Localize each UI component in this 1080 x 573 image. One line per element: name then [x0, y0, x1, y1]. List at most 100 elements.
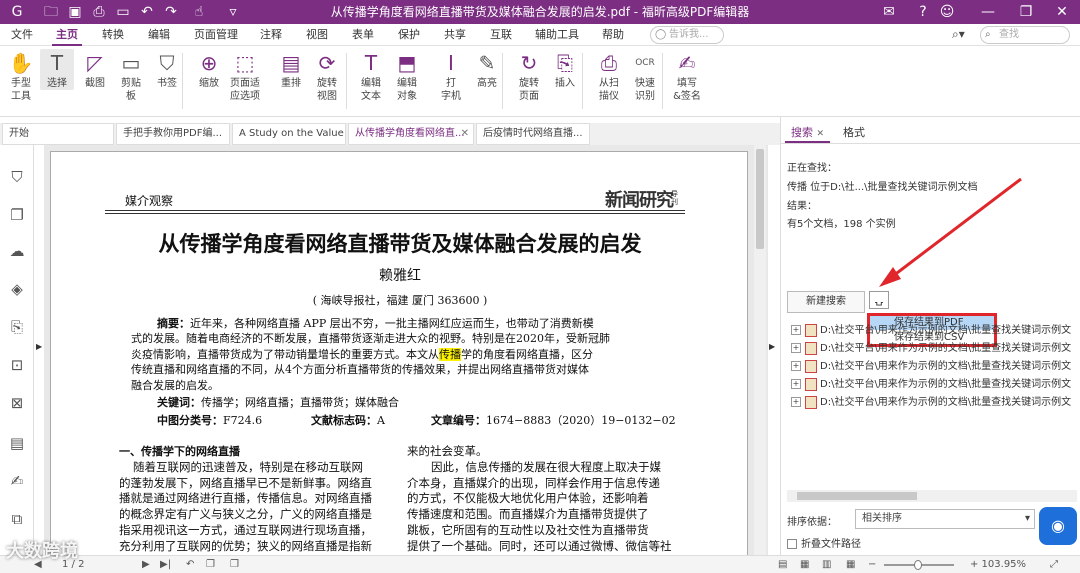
continuous-icon[interactable]: ▦	[800, 557, 809, 573]
minimize-icon[interactable]: —	[970, 0, 1006, 24]
tab-doc-1[interactable]: 手把手教你用PDF编...	[116, 123, 230, 145]
layers-panel-icon[interactable]: ◈	[7, 279, 27, 299]
new-doc-icon[interactable]: ▭	[112, 0, 134, 24]
ribbon-edittext-button[interactable]: T 编辑 文本	[354, 49, 388, 103]
close-tab-icon[interactable]: ✕	[461, 124, 469, 144]
ribbon-reflow-button[interactable]: ▤ 重排	[274, 49, 308, 90]
page-indicator[interactable]: 1 / 2	[62, 557, 84, 573]
checkbox-icon[interactable]	[787, 539, 797, 549]
ribbon-zoom-button[interactable]: ⊕ 缩放	[192, 49, 226, 90]
ribbon-typewriter-button[interactable]: I 打 字机	[434, 49, 468, 103]
ribbon-bookmark-button[interactable]: ⛉ 书签	[150, 49, 184, 90]
ribbon-scan-button[interactable]: ⎙ 从扫 描仪	[592, 49, 626, 103]
two-page-icon[interactable]: ▥	[822, 557, 831, 573]
collapse-right-icon[interactable]: ▶	[769, 342, 775, 351]
menu-home[interactable]: 主页	[52, 24, 82, 46]
ribbon-clipboard-button[interactable]: ▭ 剪贴 板	[114, 49, 148, 103]
redo-icon[interactable]: ↷	[160, 0, 182, 24]
security-panel-icon[interactable]: ⊡	[7, 355, 27, 375]
tab-doc-2[interactable]: A Study on the Value ...	[232, 123, 346, 145]
menu-connect[interactable]: 互联	[486, 24, 516, 46]
ribbon-highlight-button[interactable]: ✎ 高亮	[470, 49, 504, 90]
page-first-icon[interactable]: ◀	[34, 557, 42, 573]
fullscreen-icon[interactable]: ⤢	[1050, 557, 1058, 573]
menu-page-manage[interactable]: 页面管理	[190, 24, 242, 46]
account-icon[interactable]: ☺	[936, 0, 958, 24]
page-next-icon[interactable]: ▶	[142, 557, 150, 573]
tab-doc-active[interactable]: 从传播学角度看网络直... ✕	[348, 123, 474, 145]
results-hscrollbar[interactable]	[787, 490, 1077, 502]
message-icon[interactable]: ✉	[878, 0, 900, 24]
signature-panel-icon[interactable]: ✍	[7, 471, 27, 491]
ribbon-snapshot-button[interactable]: ◸ 截图	[78, 49, 112, 90]
fold-path-checkbox[interactable]: 折叠文件路径	[787, 535, 861, 550]
menu-help[interactable]: 帮助	[598, 24, 628, 46]
expand-icon[interactable]: +	[791, 397, 801, 407]
menu-file[interactable]: 文件	[8, 24, 36, 46]
tab-format[interactable]: 格式	[837, 123, 871, 143]
zoom-out-icon[interactable]: −	[868, 557, 876, 573]
tab-doc-4[interactable]: 后疫情时代网络直播...	[476, 123, 590, 145]
expand-icon[interactable]: +	[791, 361, 801, 371]
find-options-icon[interactable]: ⌕▾	[952, 27, 965, 42]
menu-view[interactable]: 视图	[302, 24, 332, 46]
ribbon-hand-button[interactable]: ✋ 手型 工具	[4, 49, 38, 103]
ribbon-ocr-button[interactable]: OCR 快速 识别	[628, 49, 662, 103]
tell-me-search[interactable]: ◯ 告诉我...	[650, 26, 724, 44]
menu-form[interactable]: 表单	[348, 24, 378, 46]
result-item[interactable]: + D:\社交平台\用来作为示例的文档\批量查找关键词示例文	[791, 395, 1076, 411]
hscroll-thumb[interactable]	[797, 492, 917, 500]
zoom-slider-thumb[interactable]	[914, 560, 922, 570]
expand-icon[interactable]: +	[791, 325, 801, 335]
new-search-button[interactable]: 新建搜索	[787, 291, 865, 313]
copy-page-icon[interactable]: ❐	[230, 557, 239, 573]
close-window-icon[interactable]: ✕	[1044, 0, 1080, 24]
scroll-thumb[interactable]	[756, 149, 764, 249]
save-results-icon[interactable]: ⍽	[869, 291, 889, 309]
menu-accessibility[interactable]: 辅助工具	[530, 24, 584, 46]
undo-icon[interactable]: ↶	[136, 0, 158, 24]
hand-tool-icon[interactable]: ☝	[188, 0, 210, 24]
menu-edit[interactable]: 编辑	[144, 24, 174, 46]
customize-dropdown-icon[interactable]: ▿	[222, 0, 244, 24]
certificate-panel-icon[interactable]: ⊠	[7, 393, 27, 413]
result-item[interactable]: + D:\社交平台\用来作为示例的文档\批量查找关键词示例文	[791, 377, 1076, 393]
expand-icon[interactable]: +	[791, 379, 801, 389]
menu-convert[interactable]: 转换	[98, 24, 128, 46]
ribbon-sign-button[interactable]: ✍ 填写 &签名	[670, 49, 704, 103]
menu-share[interactable]: 共享	[440, 24, 470, 46]
help-icon[interactable]: ?	[912, 0, 934, 24]
page-last-icon[interactable]: ▶|	[160, 557, 171, 573]
ribbon-select-button[interactable]: T 选择	[40, 49, 74, 90]
expand-icon[interactable]: +	[791, 343, 801, 353]
ribbon-fit-button[interactable]: ⬚ 页面适 应选项	[228, 49, 262, 103]
destinations-panel-icon[interactable]: ⧉	[7, 509, 27, 529]
ribbon-editobj-button[interactable]: ⬒ 编辑 对象	[390, 49, 424, 103]
single-page-icon[interactable]: ▤	[778, 557, 787, 573]
restore-icon[interactable]: ❐	[1008, 0, 1044, 24]
document-view[interactable]: 媒介观察 新闻研究 导刊 从传播学角度看网络直播带货及媒体融合发展的启发 赖雅红…	[44, 145, 768, 555]
menu-comment[interactable]: 注释	[256, 24, 286, 46]
menu-protect[interactable]: 保护	[394, 24, 424, 46]
document-scrollbar[interactable]	[754, 145, 766, 555]
find-input[interactable]: ⌕ 查找	[980, 26, 1070, 44]
close-search-tab-icon[interactable]: ✕	[817, 129, 825, 139]
tab-start[interactable]: 开始	[2, 123, 114, 145]
tab-search[interactable]: 搜索 ✕	[785, 123, 831, 143]
view-back-icon[interactable]: ↶	[186, 557, 194, 573]
zoom-level[interactable]: + 103.95%	[970, 557, 1026, 573]
attachments-panel-icon[interactable]: ⎘	[7, 317, 27, 337]
ribbon-rotatepage-button[interactable]: ↻ 旋转 页面	[512, 49, 546, 103]
result-item[interactable]: + D:\社交平台\用来作为示例的文档\批量查找关键词示例文	[791, 359, 1076, 375]
chat-assistant-icon[interactable]: ◉	[1039, 507, 1077, 545]
comments-panel-icon[interactable]: ☁	[7, 241, 27, 261]
save-icon[interactable]: ▣	[64, 0, 86, 24]
view-forward-icon[interactable]: ❐	[206, 557, 215, 573]
bookmark-panel-icon[interactable]: ⛉	[7, 167, 27, 187]
ribbon-rotate-button[interactable]: ⟳ 旋转 视图	[310, 49, 344, 103]
result-item[interactable]: + D:\社交平台\用来作为示例的文档\批量查找关键词示例文	[791, 341, 1076, 357]
print-icon[interactable]: ⎙	[88, 0, 110, 24]
collapse-left-icon[interactable]: ▶	[36, 342, 42, 351]
ribbon-insert-button[interactable]: ⎘ 插入	[548, 49, 582, 90]
result-item[interactable]: + D:\社交平台\用来作为示例的文档\批量查找关键词示例文	[791, 323, 1076, 339]
